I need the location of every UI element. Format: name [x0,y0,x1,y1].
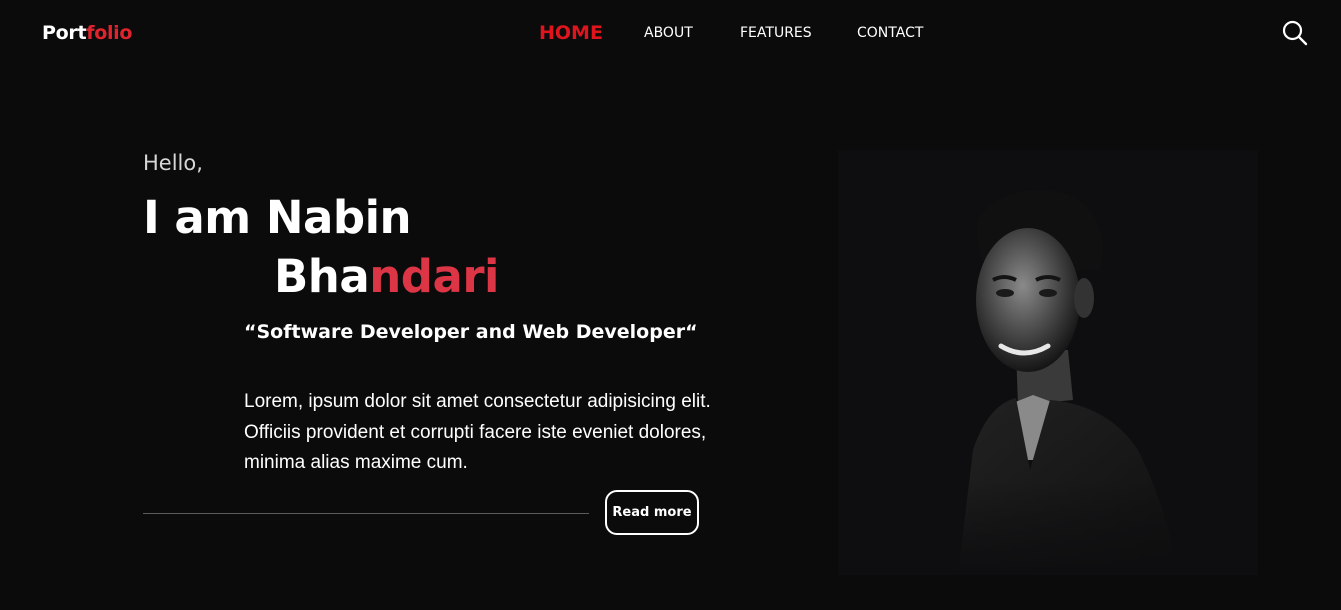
search-icon[interactable] [1281,19,1309,47]
name-line-2-white: Bha [274,250,370,303]
nav-features[interactable]: FEATURES [740,25,812,41]
page: Portfolio HOME ABOUT FEATURES CONTACT He… [0,0,1341,610]
greeting: Hello, [143,151,203,175]
nav-about[interactable]: ABOUT [644,25,693,41]
name-line-2: Bhandari [274,250,499,303]
logo-part-1: Port [42,22,87,44]
logo[interactable]: Portfolio [42,22,132,44]
nav-home[interactable]: HOME [539,22,603,44]
logo-part-2: folio [86,22,133,44]
nav-contact[interactable]: CONTACT [857,25,923,41]
description: Lorem, ipsum dolor sit amet consectetur … [244,391,711,473]
tagline: “Software Developer and Web Developer“ [244,321,698,343]
name-line-2-red: ndari [369,250,499,303]
name-line-1: I am Nabin [143,191,412,244]
profile-photo [838,150,1258,575]
read-more-button[interactable]: Read more [605,490,699,535]
divider-line [143,513,589,514]
